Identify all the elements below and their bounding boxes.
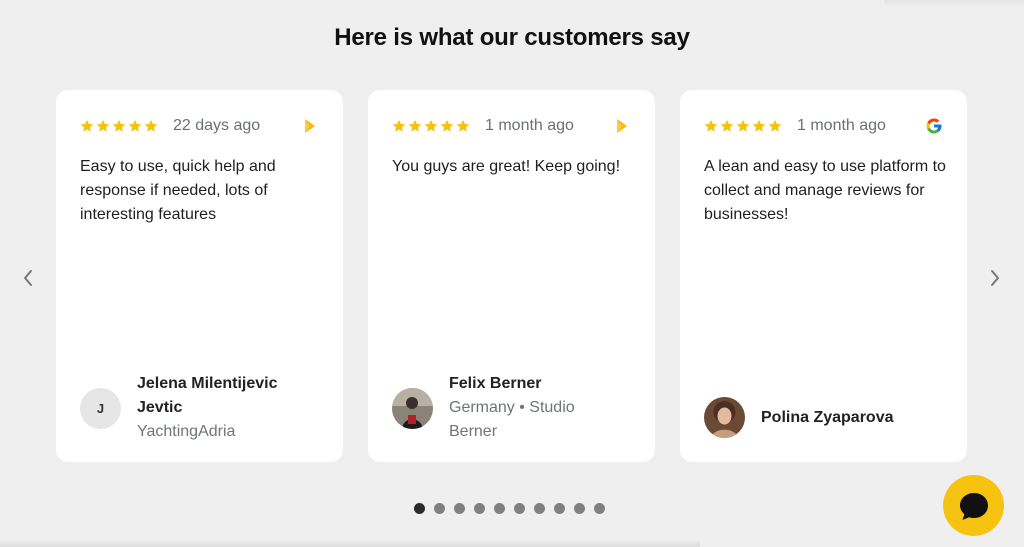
pagination-dot-10[interactable] (594, 503, 605, 514)
review-text: A lean and easy to use platform to colle… (704, 158, 946, 223)
chevron-source-icon (305, 119, 315, 133)
star-icon (80, 119, 94, 132)
star-icon (96, 119, 110, 132)
author-location-company: Germany • Studio Berner (449, 399, 575, 440)
avatar (392, 387, 433, 429)
pagination-dot-7[interactable] (534, 503, 545, 514)
star-rating (392, 119, 470, 133)
star-icon (720, 119, 734, 132)
star-icon (408, 119, 422, 132)
avatar-photo (704, 397, 745, 438)
rating-row: 1 month ago (704, 115, 886, 137)
rating-row: 22 days ago (80, 115, 260, 137)
pagination-dot-2[interactable] (434, 503, 445, 514)
carousel-pagination (414, 503, 605, 514)
bottom-shadow-decoration (0, 539, 700, 547)
star-icon (128, 119, 142, 132)
avatar: J (80, 387, 121, 429)
author-info: Jelena Milentijevic Jevtic YachtingAdria (137, 372, 297, 444)
review-date: 1 month ago (797, 117, 886, 134)
top-shadow-decoration (884, 0, 1024, 8)
star-icon (752, 119, 766, 132)
review-text: Easy to use, quick help and response if … (80, 158, 276, 223)
carousel-next-button[interactable] (985, 266, 1005, 290)
pagination-dot-3[interactable] (454, 503, 465, 514)
review-date: 22 days ago (173, 117, 261, 134)
chat-button[interactable] (943, 475, 1004, 536)
star-rating (704, 119, 782, 133)
pagination-dot-9[interactable] (574, 503, 585, 514)
author-company: YachtingAdria (137, 423, 236, 440)
star-rating (80, 119, 158, 133)
author-name: Jelena Milentijevic Jevtic (137, 375, 278, 416)
google-icon (926, 118, 942, 134)
review-text: You guys are great! Keep going! (392, 158, 621, 175)
rating-row: 1 month ago (392, 115, 574, 137)
star-icon (704, 119, 718, 132)
star-icon (736, 119, 750, 132)
carousel-prev-button[interactable] (18, 266, 38, 290)
chevron-right-icon (991, 270, 999, 286)
review-card: 1 month ago You guys are great! Keep goi… (368, 90, 655, 462)
review-author: J Jelena Milentijevic Jevtic YachtingAdr… (80, 372, 297, 444)
star-icon (112, 119, 126, 132)
avatar (704, 397, 745, 438)
avatar-photo (392, 387, 433, 429)
pagination-dot-6[interactable] (514, 503, 525, 514)
section-title: Here is what our customers say (334, 24, 690, 51)
review-date: 1 month ago (485, 117, 574, 134)
star-icon (456, 119, 470, 132)
review-card: 1 month ago A lean and easy to use platf… (680, 90, 967, 462)
author-info: Felix Berner Germany • Studio Berner (449, 372, 609, 444)
review-author: Felix Berner Germany • Studio Berner (392, 372, 609, 444)
star-icon (392, 119, 406, 132)
pagination-dot-5[interactable] (494, 503, 505, 514)
pagination-dot-1[interactable] (414, 503, 425, 514)
author-name: Polina Zyaparova (761, 408, 894, 426)
review-card: 22 days ago Easy to use, quick help and … (56, 90, 343, 462)
chevron-left-icon (24, 270, 32, 286)
star-icon (440, 119, 454, 132)
testimonials-section: Here is what our customers say 22 days a… (0, 0, 1024, 547)
pagination-dot-8[interactable] (554, 503, 565, 514)
chat-bubble-icon (959, 492, 988, 520)
author-name: Felix Berner (449, 375, 542, 392)
star-icon (768, 119, 782, 132)
star-icon (424, 119, 438, 132)
author-info: Polina Zyaparova (761, 406, 921, 430)
pagination-dot-4[interactable] (474, 503, 485, 514)
chevron-source-icon (617, 119, 627, 133)
review-author: Polina Zyaparova (704, 397, 921, 438)
star-icon (144, 119, 158, 132)
